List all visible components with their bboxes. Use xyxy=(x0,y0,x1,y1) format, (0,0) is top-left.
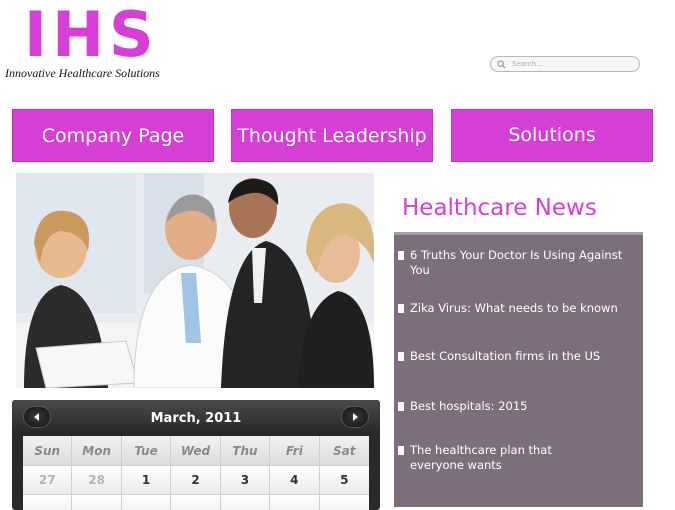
calendar-day[interactable] xyxy=(220,494,271,510)
tagline: Innovative Healthcare Solutions xyxy=(5,66,160,80)
weekday-label: Thu xyxy=(220,436,271,465)
hero-photo xyxy=(16,173,374,388)
news-link[interactable]: The healthcare plan that everyone wants xyxy=(410,443,587,473)
bullet-icon xyxy=(398,352,404,361)
bullet-icon xyxy=(398,251,404,260)
weekday-label: Wed xyxy=(171,436,221,465)
calendar-day[interactable]: 5 xyxy=(319,465,369,494)
calendar-day[interactable] xyxy=(121,494,172,510)
calendar-day[interactable]: 28 xyxy=(72,465,122,494)
calendar-day[interactable] xyxy=(23,494,73,510)
weekday-label: Sun xyxy=(23,436,73,465)
calendar-month-label: March, 2011 xyxy=(150,411,242,426)
calendar-day[interactable]: 1 xyxy=(121,465,172,494)
news-link[interactable]: Best hospitals: 2015 xyxy=(410,399,527,414)
news-item[interactable]: Zika Virus: What needs to be known xyxy=(397,301,633,316)
calendar-day[interactable] xyxy=(72,494,122,510)
weekday-label: Tue xyxy=(121,436,172,465)
calendar-day[interactable] xyxy=(319,494,369,510)
search-box[interactable] xyxy=(490,56,640,72)
news-item[interactable]: Best Consultation firms in the US xyxy=(397,349,633,364)
news-link[interactable]: Best Consultation firms in the US xyxy=(410,349,600,364)
next-month-button[interactable] xyxy=(341,406,369,428)
calendar-grid: Sun Mon Tue Wed Thu Fri Sat 27 28 1 2 3 … xyxy=(23,436,369,510)
calendar-day[interactable]: 4 xyxy=(270,465,320,494)
calendar-day[interactable] xyxy=(270,494,320,510)
weekday-label: Sat xyxy=(319,436,369,465)
logo[interactable]: IHS xyxy=(24,0,159,72)
news-item[interactable]: Best hospitals: 2015 xyxy=(397,399,633,414)
bullet-icon xyxy=(398,304,404,313)
calendar-widget: March, 2011 Sun Mon Tue Wed Thu Fri Sat … xyxy=(12,400,380,510)
chevron-right-icon xyxy=(353,413,358,421)
calendar-day[interactable]: 27 xyxy=(23,465,73,494)
company-page-button[interactable]: Company Page xyxy=(12,109,214,162)
calendar-day-number: 2 xyxy=(191,473,200,487)
bullet-icon xyxy=(398,446,404,455)
weekday-label: Fri xyxy=(270,436,320,465)
search-icon xyxy=(497,59,508,70)
solutions-button[interactable]: Solutions xyxy=(451,109,653,162)
search-input[interactable] xyxy=(508,58,632,70)
news-item[interactable]: The healthcare plan that everyone wants xyxy=(397,443,587,473)
news-item[interactable]: 6 Truths Your Doctor Is Using Against Yo… xyxy=(397,248,633,278)
calendar-day[interactable]: 3 xyxy=(220,465,271,494)
news-link[interactable]: Zika Virus: What needs to be known xyxy=(410,301,618,316)
calendar-header: March, 2011 xyxy=(12,400,380,436)
calendar-day[interactable]: 2 xyxy=(171,465,221,494)
calendar-day[interactable] xyxy=(171,494,221,510)
thought-leadership-button[interactable]: Thought Leadership xyxy=(231,109,433,162)
weekday-label: Mon xyxy=(72,436,122,465)
news-heading: Healthcare News xyxy=(402,195,597,221)
bullet-icon xyxy=(398,402,404,411)
news-panel: 6 Truths Your Doctor Is Using Against Yo… xyxy=(394,232,643,507)
news-link[interactable]: 6 Truths Your Doctor Is Using Against Yo… xyxy=(410,248,633,278)
